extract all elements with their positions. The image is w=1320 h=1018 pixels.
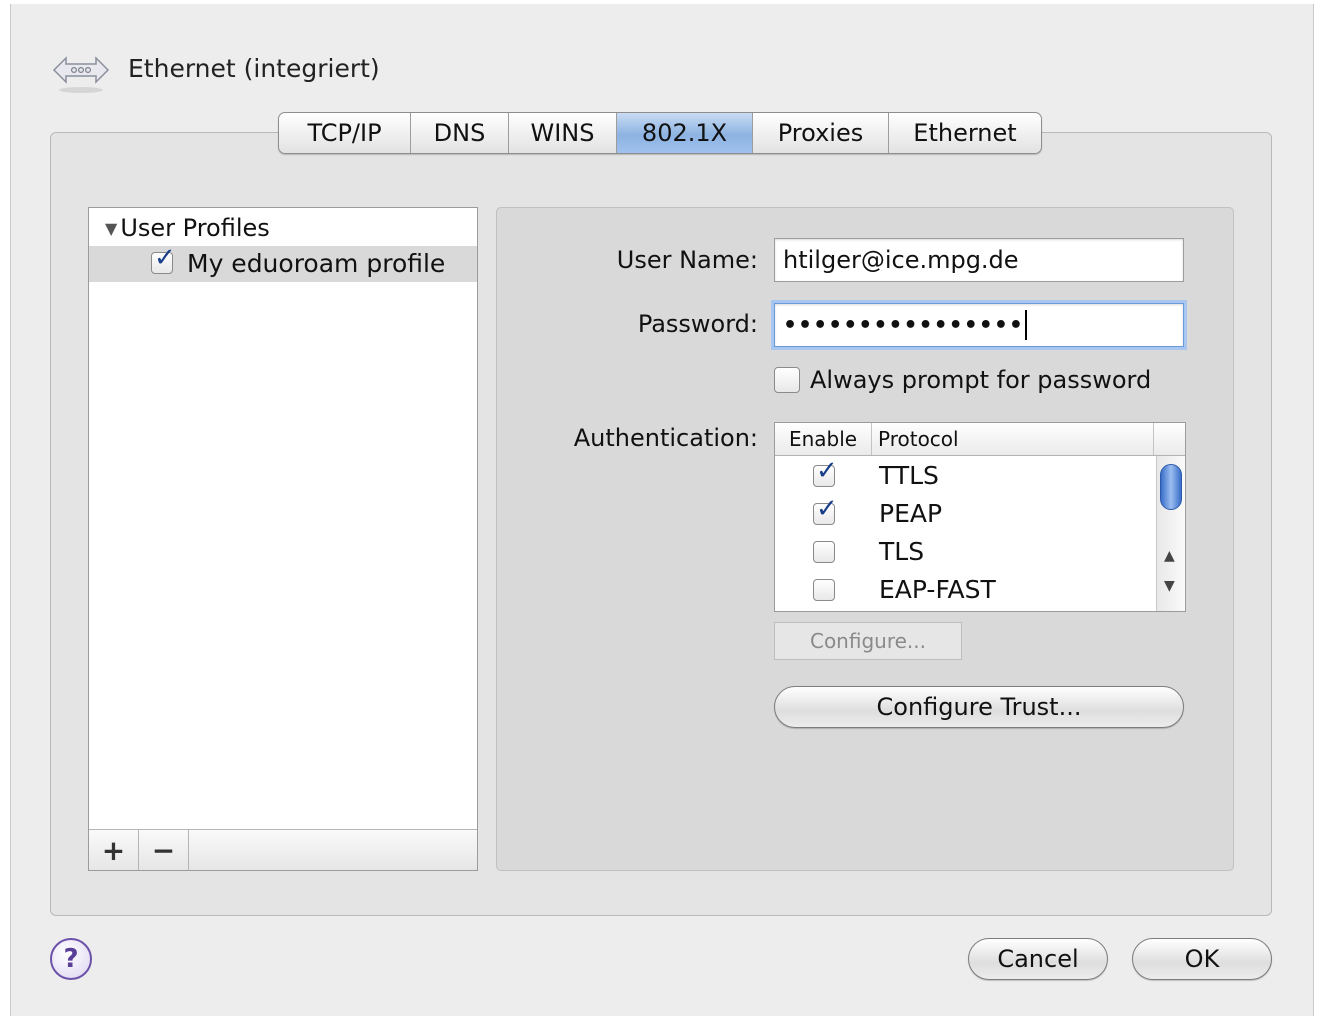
tab-8021x[interactable]: 802.1X (617, 113, 753, 153)
protocol-name: PEAP (879, 499, 943, 528)
username-value: htilger@ice.mpg.de (783, 246, 1019, 274)
ttls-enable-checkbox[interactable]: ✓ (813, 458, 838, 487)
checkmark-icon: ✓ (816, 494, 838, 524)
checkmark-icon: ✓ (816, 456, 838, 486)
disclosure-triangle-icon[interactable]: ▼ (105, 219, 117, 238)
authentication-table: Enable Protocol ✓ TTLS ✓ PEAP TLS EAP-FA… (774, 422, 1186, 612)
tab-ethernet[interactable]: Ethernet (889, 113, 1041, 153)
text-cursor (1024, 310, 1027, 340)
remove-profile-button[interactable]: − (139, 830, 189, 870)
authentication-label: Authentication: (573, 424, 758, 452)
network-arrows-icon (52, 50, 110, 96)
ok-button[interactable]: OK (1132, 938, 1272, 980)
column-header-enable[interactable]: Enable (775, 423, 872, 455)
password-field[interactable]: •••••••••••••••• (774, 303, 1184, 347)
help-icon[interactable]: ? (50, 938, 92, 980)
scrollbar-thumb[interactable] (1160, 464, 1182, 510)
profile-enable-checkbox[interactable]: ✓ (151, 245, 176, 274)
configure-trust-button[interactable]: Configure Trust... (774, 686, 1184, 728)
protocol-name: TLS (879, 537, 925, 566)
always-prompt-label: Always prompt for password (810, 366, 1152, 394)
column-header-protocol[interactable]: Protocol (872, 423, 1154, 455)
profiles-footer: + − (89, 829, 477, 870)
tab-proxies[interactable]: Proxies (753, 113, 889, 153)
password-label: Password: (637, 310, 758, 338)
profile-name: My eduoroam profile (187, 249, 446, 278)
tab-dns[interactable]: DNS (411, 113, 509, 153)
username-field[interactable]: htilger@ice.mpg.de (774, 238, 1184, 282)
profiles-group-label: User Profiles (120, 214, 270, 242)
cancel-button[interactable]: Cancel (968, 938, 1108, 980)
table-row[interactable]: TLS (775, 533, 1155, 571)
table-row[interactable]: EAP-FAST (775, 571, 1155, 609)
tab-tcpip[interactable]: TCP/IP (279, 113, 411, 153)
tab-bar: TCP/IP DNS WINS 802.1X Proxies Ethernet (278, 112, 1042, 154)
table-header: Enable Protocol (775, 423, 1185, 456)
protocol-name: TTLS (879, 461, 939, 490)
peap-enable-checkbox[interactable]: ✓ (813, 496, 838, 525)
profiles-group-header[interactable]: ▼ User Profiles (105, 214, 270, 242)
table-row[interactable]: ✓ TTLS (775, 457, 1155, 495)
checkmark-icon: ✓ (154, 243, 176, 273)
username-label: User Name: (616, 246, 758, 274)
auth-table-scrollbar[interactable]: ▲ ▼ (1156, 456, 1185, 611)
always-prompt-checkbox[interactable] (774, 367, 800, 393)
profiles-list: ▼ User Profiles ✓ My eduoroam profile + … (88, 207, 478, 871)
tab-wins[interactable]: WINS (509, 113, 617, 153)
tls-enable-checkbox[interactable] (813, 541, 835, 563)
list-item[interactable]: ✓ My eduoroam profile (89, 245, 477, 282)
add-profile-button[interactable]: + (89, 830, 139, 870)
always-prompt-row[interactable]: Always prompt for password (774, 366, 1151, 394)
table-row[interactable]: ✓ PEAP (775, 495, 1155, 533)
eap-fast-enable-checkbox[interactable] (813, 579, 835, 601)
protocol-name: EAP-FAST (879, 575, 996, 604)
window-title: Ethernet (integriert) (128, 54, 380, 83)
scroll-down-arrow-icon[interactable]: ▼ (1164, 578, 1175, 594)
configure-button[interactable]: Configure... (774, 622, 962, 660)
password-value: •••••••••••••••• (783, 312, 1024, 338)
scroll-up-arrow-icon[interactable]: ▲ (1164, 548, 1175, 564)
